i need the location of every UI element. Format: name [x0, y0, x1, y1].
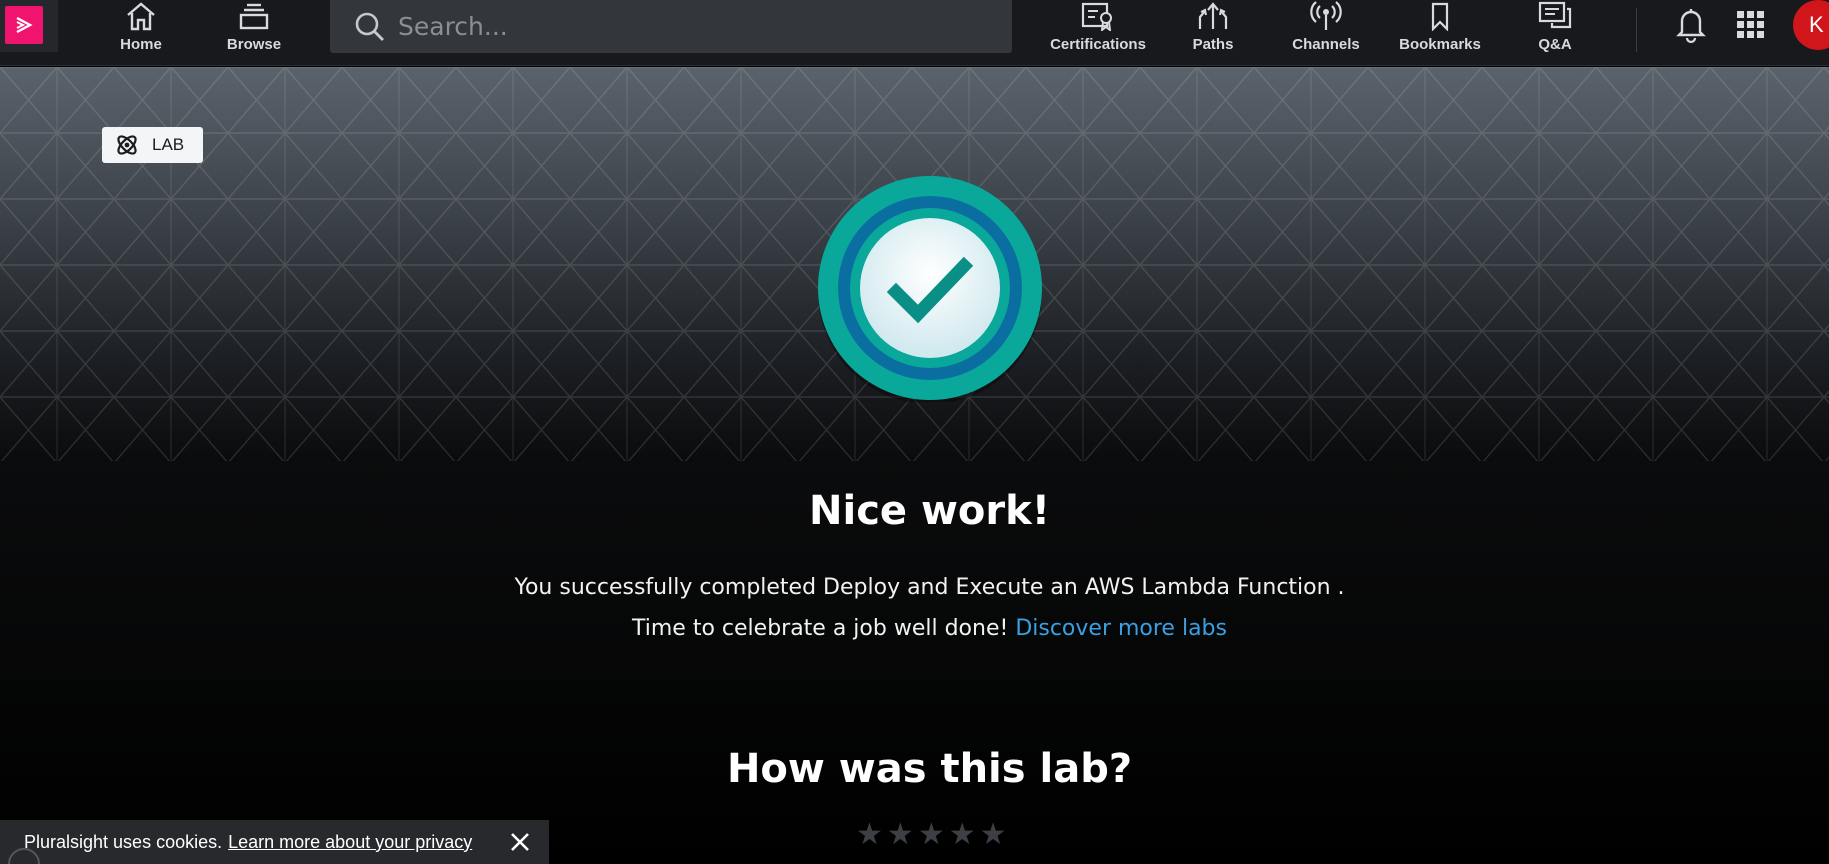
nav-home[interactable]: Home: [117, 0, 165, 58]
nav-browse[interactable]: Browse: [226, 0, 282, 58]
nav-qa-label: Q&A: [1538, 36, 1572, 53]
logo-container[interactable]: [0, 0, 58, 52]
top-navigation-bar: Home Browse Certifications Paths Channel…: [0, 0, 1829, 66]
nav-bookmarks[interactable]: Bookmarks: [1398, 0, 1482, 58]
pluralsight-logo-icon[interactable]: [5, 6, 43, 44]
rating-star-1[interactable]: ★: [856, 820, 883, 850]
lab-atom-icon: [117, 135, 137, 155]
nav-browse-label: Browse: [226, 36, 282, 53]
certifications-icon: [1081, 0, 1115, 32]
celebrate-line: Time to celebrate a job well done! Disco…: [0, 616, 1829, 641]
lab-badge-label: LAB: [152, 135, 185, 154]
nav-channels[interactable]: Channels: [1290, 0, 1362, 58]
rating-star-4[interactable]: ★: [949, 820, 976, 850]
lab-badge: LAB: [102, 127, 203, 163]
nav-certifications-label: Certifications: [1050, 36, 1146, 53]
rating-question: How was this lab?: [726, 746, 1133, 792]
search-input[interactable]: [398, 12, 978, 41]
celebrate-text: Time to celebrate a job well done!: [632, 616, 1009, 641]
nav-bookmarks-label: Bookmarks: [1399, 36, 1481, 53]
success-title: Nice work!: [809, 488, 1050, 534]
bookmarks-icon: [1423, 0, 1457, 32]
user-avatar[interactable]: K: [1793, 0, 1829, 50]
qa-icon: [1538, 0, 1572, 32]
cookie-banner: Pluralsight uses cookies. Learn more abo…: [0, 820, 549, 864]
rating-star-5[interactable]: ★: [980, 820, 1007, 850]
hero-banner: LAB: [0, 67, 1829, 461]
search-icon: [355, 12, 384, 41]
privacy-link[interactable]: Learn more about your privacy: [228, 832, 472, 853]
paths-icon: [1196, 0, 1230, 32]
cookie-text: Pluralsight uses cookies.: [24, 831, 223, 852]
close-icon[interactable]: [509, 831, 531, 853]
apps-grid-icon[interactable]: [1734, 8, 1768, 42]
nav-divider: [1636, 8, 1637, 52]
browse-icon: [237, 0, 271, 32]
nav-certifications[interactable]: Certifications: [1048, 0, 1148, 58]
nav-home-label: Home: [120, 36, 162, 53]
search-bar[interactable]: [330, 0, 1012, 53]
avatar-initial: K: [1809, 12, 1824, 37]
discover-more-labs-link[interactable]: Discover more labs: [1015, 616, 1227, 641]
completion-checkmark-medal-icon: [818, 176, 1042, 402]
nav-channels-label: Channels: [1292, 36, 1360, 53]
rating-star-3[interactable]: ★: [918, 820, 945, 850]
completion-message: You successfully completed Deploy and Ex…: [514, 575, 1345, 600]
notifications-bell-icon[interactable]: [1674, 4, 1708, 44]
home-icon: [124, 0, 158, 32]
nav-paths-label: Paths: [1192, 36, 1234, 53]
rating-star-2[interactable]: ★: [887, 820, 914, 850]
channels-icon: [1309, 0, 1343, 32]
nav-paths[interactable]: Paths: [1191, 0, 1235, 58]
star-rating[interactable]: ★ ★ ★ ★ ★: [856, 820, 1007, 850]
nav-qa[interactable]: Q&A: [1535, 0, 1575, 58]
